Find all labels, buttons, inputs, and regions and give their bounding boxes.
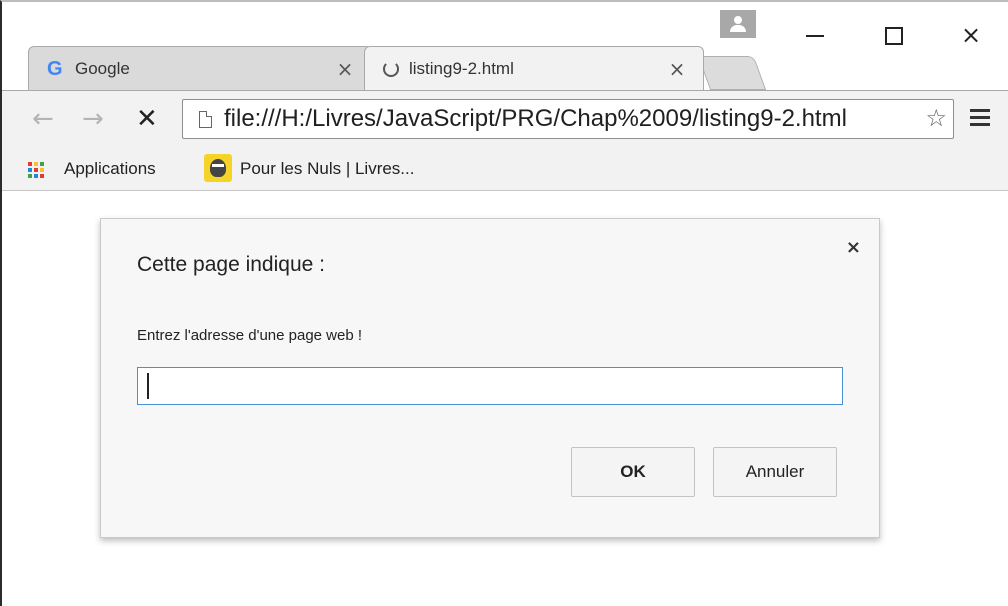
dialog-message: Entrez l'adresse d'une page web ! [137,327,363,344]
back-arrow-icon[interactable]: ← [32,103,54,135]
bookmarks-bar: Applications Pour les Nuls | Livres... [2,148,1008,191]
stop-loading-icon[interactable]: ✕ [136,103,158,135]
dialog-close-icon[interactable]: × [846,237,861,258]
prompt-dialog: × Cette page indique : Entrez l'adresse … [100,218,880,538]
maximize-icon[interactable] [878,20,908,50]
tab-google[interactable]: G Google × [28,46,372,90]
ok-button[interactable]: OK [571,447,695,497]
cancel-button[interactable]: Annuler [713,447,837,497]
tab-close-icon[interactable]: × [333,57,357,81]
dialog-title: Cette page indique : [137,253,325,276]
text-caret [147,373,149,399]
url-text[interactable]: file:///H:/Livres/JavaScript/PRG/Chap%20… [224,105,953,133]
browser-window: G Google × listing9-2.html × × ← → ✕ fil… [0,0,1008,606]
minimize-icon[interactable] [800,20,830,50]
address-bar[interactable]: file:///H:/Livres/JavaScript/PRG/Chap%20… [182,99,954,139]
tab-title: Google [75,59,130,78]
google-g-icon: G [47,57,63,80]
apps-grid-icon[interactable] [28,162,44,178]
prompt-input[interactable] [137,367,843,405]
new-tab-button[interactable] [697,56,767,90]
loading-spinner-icon [383,61,399,77]
profile-icon[interactable] [720,10,756,38]
star-icon[interactable]: ☆ [925,104,947,132]
close-window-icon[interactable]: × [956,20,986,50]
tab-title: listing9-2.html [409,59,514,78]
tab-close-icon[interactable]: × [665,57,689,81]
bookmark-applications[interactable]: Applications [64,156,156,182]
forward-arrow-icon[interactable]: → [82,103,104,135]
menu-icon[interactable] [970,109,990,129]
bookmark-pour-les-nuls[interactable]: Pour les Nuls | Livres... [240,156,414,182]
toolbar: ← → ✕ file:///H:/Livres/JavaScript/PRG/C… [2,90,1008,149]
page-icon [199,110,212,128]
tab-strip: G Google × listing9-2.html × × [2,2,1008,90]
pour-les-nuls-icon[interactable] [204,154,232,182]
tab-listing[interactable]: listing9-2.html × [364,46,704,90]
